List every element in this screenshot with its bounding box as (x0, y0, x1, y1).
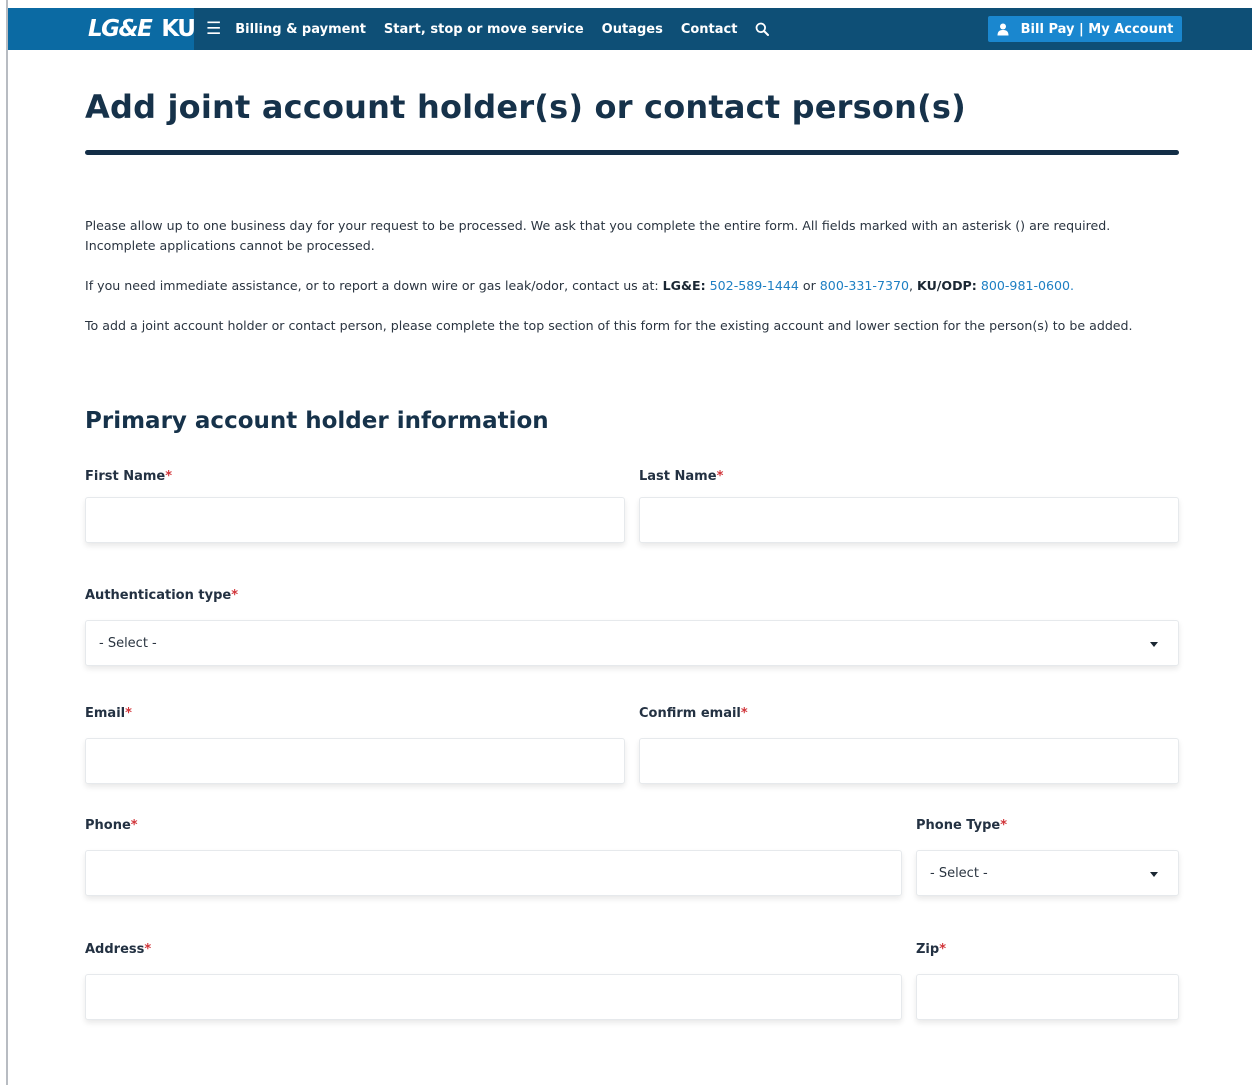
top-navigation-bar: LG&E KU ☰ Billing & payment Start, stop … (8, 8, 1252, 50)
nav-link-start-stop-move[interactable]: Start, stop or move service (384, 22, 584, 37)
address-field[interactable] (85, 974, 902, 1020)
lge-phone-link-2[interactable]: 800-331-7370 (820, 278, 909, 293)
last-name-label: Last Name* (639, 469, 724, 484)
account-button-label: Bill Pay | My Account (1020, 21, 1174, 37)
address-label: Address* (85, 942, 152, 957)
zip-field[interactable] (916, 974, 1179, 1020)
page-title: Add joint account holder(s) or contact p… (85, 88, 966, 126)
lge-phone-link-1[interactable]: 502-589-1444 (710, 278, 799, 293)
phone-type-value: - Select - (930, 866, 988, 881)
last-name-field[interactable] (639, 497, 1179, 543)
phone-type-select[interactable]: - Select - (916, 850, 1179, 896)
instructions-paragraph: To add a joint account holder or contact… (85, 318, 1133, 333)
nav-link-contact[interactable]: Contact (681, 22, 738, 37)
or-text: or (802, 278, 816, 293)
site-logo[interactable]: LG&E KU (8, 8, 196, 50)
first-name-input[interactable] (86, 498, 624, 542)
email-input[interactable] (86, 739, 624, 783)
confirm-email-input[interactable] (640, 739, 1178, 783)
nav-link-outages[interactable]: Outages (602, 22, 663, 37)
email-field[interactable] (85, 738, 625, 784)
ku-phone-link[interactable]: 800-981-0600. (981, 278, 1074, 293)
ku-label: KU/ODP: (917, 278, 977, 293)
user-icon (997, 23, 1009, 35)
confirm-email-label: Confirm email* (639, 706, 748, 721)
last-name-input[interactable] (640, 498, 1178, 542)
authentication-type-value: - Select - (99, 636, 157, 651)
lge-label: LG&E: (662, 278, 706, 293)
phone-input[interactable] (86, 851, 901, 895)
zip-input[interactable] (917, 975, 1178, 1019)
authentication-type-select[interactable]: - Select - (85, 620, 1179, 666)
bill-pay-my-account-button[interactable]: Bill Pay | My Account (988, 16, 1182, 42)
window-left-edge (6, 0, 8, 1085)
title-divider (85, 150, 1179, 155)
email-label: Email* (85, 706, 132, 721)
zip-label: Zip* (916, 942, 947, 957)
window-top-edge (6, 0, 1252, 8)
address-input[interactable] (86, 975, 901, 1019)
nav-link-billing[interactable]: Billing & payment (235, 22, 366, 37)
phone-field[interactable] (85, 850, 902, 896)
authentication-type-label: Authentication type* (85, 588, 239, 603)
hamburger-icon[interactable]: ☰ (206, 19, 221, 39)
logo-ku: KU (161, 16, 196, 42)
chevron-down-icon (1150, 642, 1158, 647)
chevron-down-icon (1150, 872, 1158, 877)
assistance-text: If you need immediate assistance, or to … (85, 278, 663, 293)
intro-paragraph: Please allow up to one business day for … (85, 218, 1111, 253)
phone-label: Phone* (85, 818, 138, 833)
confirm-email-field[interactable] (639, 738, 1179, 784)
first-name-label: First Name* (85, 469, 173, 484)
assistance-paragraph: If you need immediate assistance, or to … (85, 278, 1075, 293)
first-name-field[interactable] (85, 497, 625, 543)
logo-lge: LG&E (88, 16, 153, 42)
section-title-primary-holder: Primary account holder information (85, 408, 549, 434)
search-icon[interactable] (755, 22, 770, 36)
phone-type-label: Phone Type* (916, 818, 1008, 833)
